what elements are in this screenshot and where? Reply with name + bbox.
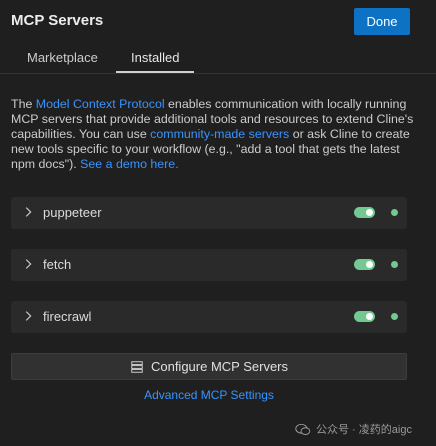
page-title: MCP Servers [11,12,104,29]
model-context-protocol-link[interactable]: Model Context Protocol [36,97,165,111]
toggle-knob [366,313,373,320]
chevron-right-icon[interactable] [21,205,35,219]
chevron-right-icon[interactable] [21,309,35,323]
server-toggle[interactable] [354,207,375,218]
server-toggle[interactable] [354,259,375,270]
wechat-icon [295,423,311,435]
tab-bar: Marketplace Installed [0,42,436,74]
description-text: The [11,97,36,111]
status-dot [391,209,398,216]
tab-installed[interactable]: Installed [131,50,179,65]
status-dot [391,313,398,320]
configure-mcp-servers-button[interactable]: Configure MCP Servers [11,353,407,380]
demo-link[interactable]: See a demo here. [80,157,179,171]
community-servers-link[interactable]: community-made servers [150,127,289,141]
tab-marketplace[interactable]: Marketplace [27,50,98,65]
toggle-knob [366,209,373,216]
server-row-fetch[interactable]: fetch [11,249,407,281]
status-dot [391,261,398,268]
description: The Model Context Protocol enables commu… [11,97,423,172]
done-button[interactable]: Done [354,8,410,35]
toggle-knob [366,261,373,268]
watermark-text: 公众号 · 凌药的aigc [316,424,412,436]
chevron-right-icon[interactable] [21,257,35,271]
watermark: 公众号 · 凌药的aigc [295,421,412,437]
server-name: firecrawl [43,309,92,324]
server-stack-icon [131,360,143,373]
server-row-puppeteer[interactable]: puppeteer [11,197,407,229]
configure-button-label: Configure MCP Servers [150,359,289,374]
active-tab-indicator [116,71,194,73]
header: MCP Servers Done [0,0,436,42]
advanced-mcp-settings-link[interactable]: Advanced MCP Settings [0,388,418,402]
server-row-firecrawl[interactable]: firecrawl [11,301,407,333]
server-toggle[interactable] [354,311,375,322]
server-name: fetch [43,257,72,272]
server-name: puppeteer [43,205,102,220]
